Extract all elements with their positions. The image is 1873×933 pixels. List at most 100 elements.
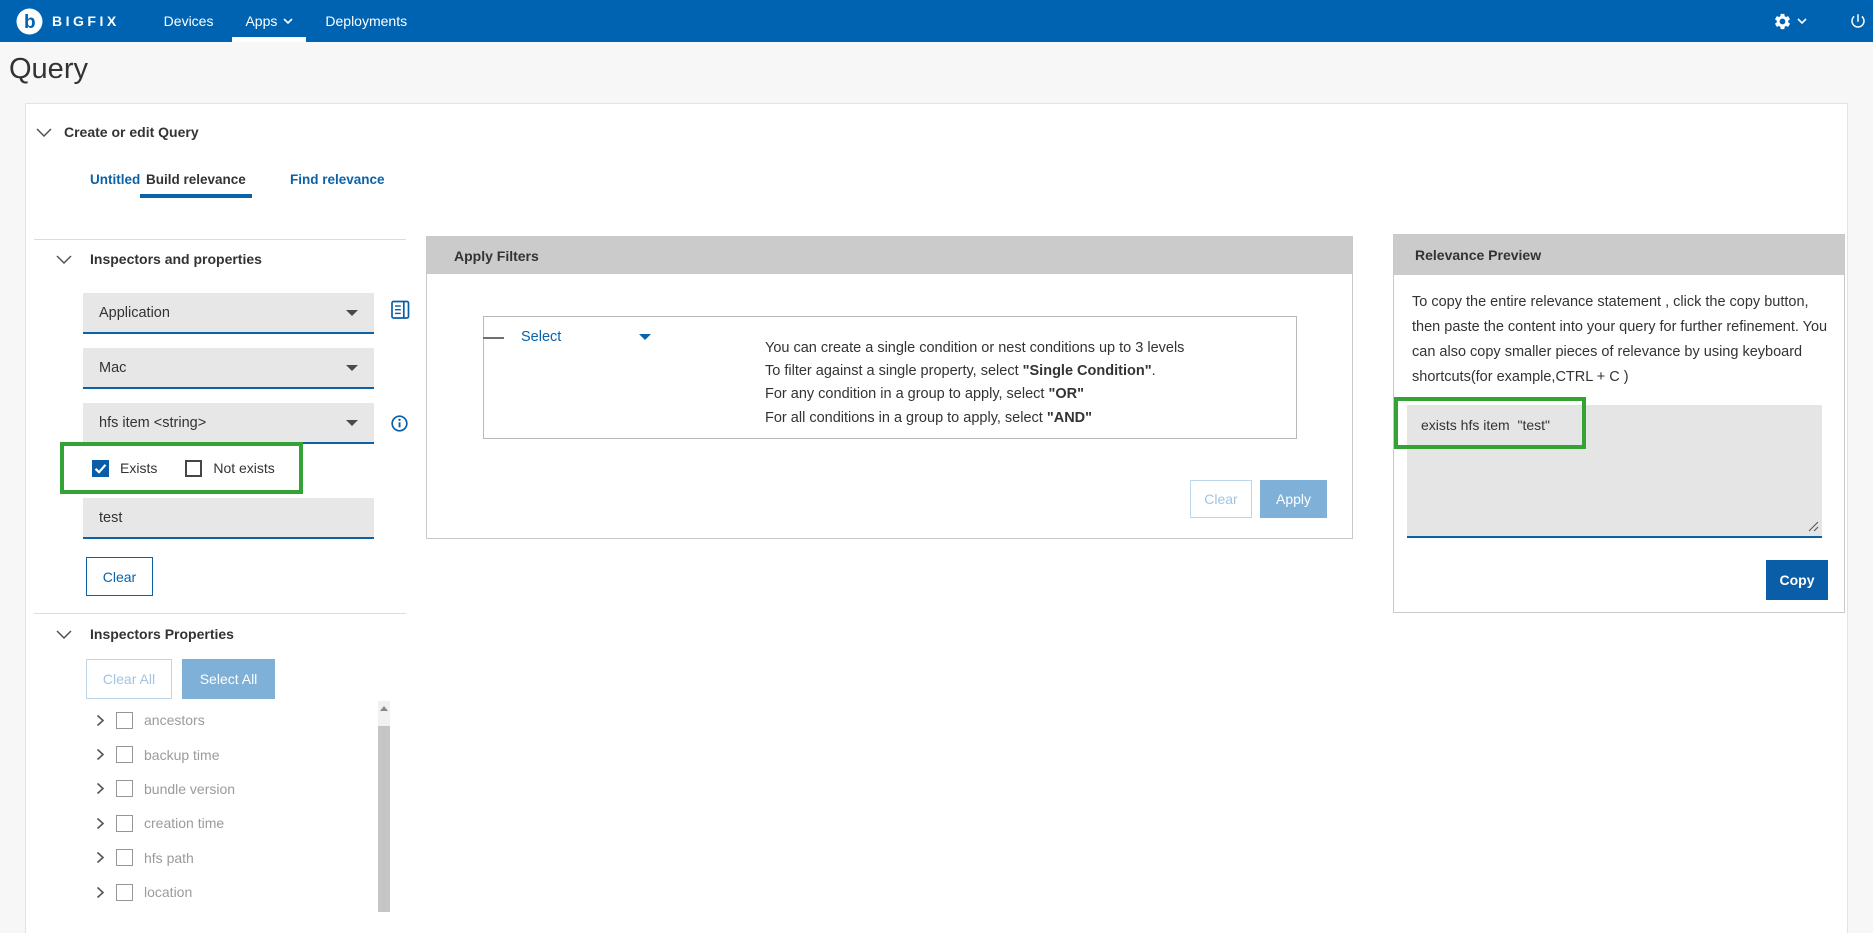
properties-tree: ancestors backup time bundle version cre… (96, 703, 366, 909)
caret-down-icon (346, 420, 358, 426)
nav-item-label: Deployments (325, 13, 407, 29)
value-input[interactable] (83, 498, 374, 539)
instruction-line: For any condition in a group to apply, s… (765, 383, 1184, 406)
inspectors-properties-header[interactable]: Inspectors Properties (56, 626, 234, 642)
description-line: can also copy smaller pieces of relevanc… (1412, 340, 1840, 365)
tree-item-creation-time[interactable]: creation time (96, 806, 366, 840)
not-exists-checkbox[interactable] (185, 460, 202, 477)
select-value: Mac (99, 360, 126, 376)
divider (34, 239, 406, 240)
not-exists-option: Not exists (185, 460, 274, 477)
relevance-preview-header: Relevance Preview (1394, 235, 1844, 275)
tab-build-relevance[interactable]: Build relevance (140, 169, 252, 193)
tree-item-location[interactable]: location (96, 875, 366, 909)
inspector-type-select[interactable]: Application (83, 293, 374, 334)
inspectors-and-properties-header[interactable]: Inspectors and properties (56, 251, 262, 267)
tree-item-label: ancestors (144, 712, 205, 728)
top-nav: b BIGFIX Devices Apps Deployments (0, 0, 1873, 42)
nav-item-label: Devices (164, 13, 214, 29)
nav-item-label: Apps (245, 13, 277, 29)
create-or-edit-query-header[interactable]: Create or edit Query (36, 124, 199, 140)
condition-instructions: You can create a single condition or nes… (765, 337, 1184, 430)
select-all-button[interactable]: Select All (182, 659, 275, 699)
chevron-right-icon (96, 748, 105, 761)
tree-item-backup-time[interactable]: backup time (96, 737, 366, 771)
chevron-down-icon (56, 255, 72, 264)
brand-name: BIGFIX (52, 13, 120, 29)
tree-item-bundle-version[interactable]: bundle version (96, 772, 366, 806)
bigfix-logo-icon: b (16, 8, 43, 35)
main-menu: Devices Apps Deployments (148, 0, 423, 42)
platform-select[interactable]: Mac (83, 348, 374, 389)
exists-options-highlight: Exists Not exists (60, 442, 303, 494)
section-title: Create or edit Query (64, 124, 199, 140)
tree-item-label: backup time (144, 747, 219, 763)
exists-label: Exists (120, 460, 157, 476)
list-icon (391, 300, 410, 320)
arrow-up-icon (380, 706, 388, 711)
inspector-item-select[interactable]: hfs item <string> (83, 403, 374, 444)
apply-filters-header: Apply Filters (427, 237, 1352, 274)
select-value: hfs item <string> (99, 415, 206, 431)
tree-scrollbar[interactable] (378, 701, 390, 912)
tab-untitled[interactable]: Untitled (84, 169, 146, 193)
scroll-up-button[interactable] (378, 701, 390, 715)
nav-item-apps[interactable]: Apps (229, 0, 309, 42)
info-icon (391, 415, 408, 432)
not-exists-label: Not exists (213, 460, 274, 476)
nav-right-actions (1773, 12, 1867, 31)
bigfix-logo[interactable]: b BIGFIX (16, 8, 120, 35)
page-title: Query (9, 53, 88, 86)
query-card: Create or edit Query Untitled Build rele… (25, 103, 1848, 933)
chevron-down-icon (36, 128, 52, 137)
exists-option: Exists (92, 460, 157, 477)
logout-button[interactable] (1849, 12, 1867, 30)
description-line: shortcuts(for example,CTRL + C ) (1412, 365, 1840, 390)
tree-item-label: bundle version (144, 781, 235, 797)
tree-item-checkbox[interactable] (116, 712, 133, 729)
clear-button[interactable]: Clear (86, 557, 153, 596)
svg-text:b: b (24, 12, 36, 33)
instruction-line: To filter against a single property, sel… (765, 360, 1184, 383)
instruction-line: You can create a single condition or nes… (765, 337, 1184, 360)
tree-item-checkbox[interactable] (116, 780, 133, 797)
saved-properties-button[interactable] (391, 300, 410, 320)
caret-down-icon (346, 310, 358, 316)
filters-clear-button[interactable]: Clear (1190, 480, 1252, 518)
tree-item-label: location (144, 884, 192, 900)
section-title: Inspectors Properties (90, 626, 234, 642)
tree-item-checkbox[interactable] (116, 884, 133, 901)
tree-item-checkbox[interactable] (116, 849, 133, 866)
tree-item-label: creation time (144, 815, 224, 831)
panel-title: Relevance Preview (1415, 247, 1541, 263)
apply-filters-panel: Apply Filters Select You can create a si… (426, 236, 1353, 539)
relevance-preview-textarea[interactable]: exists hfs item "test" (1407, 405, 1822, 538)
chevron-down-icon (283, 18, 293, 24)
clear-all-button[interactable]: Clear All (86, 659, 172, 699)
exists-checkbox[interactable] (92, 460, 109, 477)
settings-menu[interactable] (1773, 12, 1807, 31)
power-icon (1849, 12, 1867, 30)
tree-item-checkbox[interactable] (116, 746, 133, 763)
gear-icon (1773, 12, 1792, 31)
filters-apply-button[interactable]: Apply (1260, 480, 1327, 518)
panel-title: Apply Filters (454, 248, 539, 264)
tree-item-checkbox[interactable] (116, 815, 133, 832)
chevron-down-icon (1797, 18, 1807, 24)
info-button[interactable] (391, 415, 408, 432)
tab-find-relevance[interactable]: Find relevance (284, 169, 391, 193)
tree-item-hfs-path[interactable]: hfs path (96, 841, 366, 875)
nav-item-devices[interactable]: Devices (148, 0, 230, 42)
copy-button[interactable]: Copy (1766, 560, 1828, 600)
chevron-right-icon (96, 817, 105, 830)
nav-item-deployments[interactable]: Deployments (309, 0, 423, 42)
chevron-right-icon (96, 782, 105, 795)
description-line: To copy the entire relevance statement ,… (1412, 290, 1840, 315)
tree-connector (483, 337, 504, 339)
scrollbar-thumb[interactable] (378, 726, 390, 912)
relevance-preview-field: exists hfs item "test" (1407, 405, 1822, 538)
caret-down-icon (639, 334, 651, 340)
condition-type-select[interactable]: Select (521, 329, 651, 345)
tree-item-ancestors[interactable]: ancestors (96, 703, 366, 737)
chevron-right-icon (96, 886, 105, 899)
